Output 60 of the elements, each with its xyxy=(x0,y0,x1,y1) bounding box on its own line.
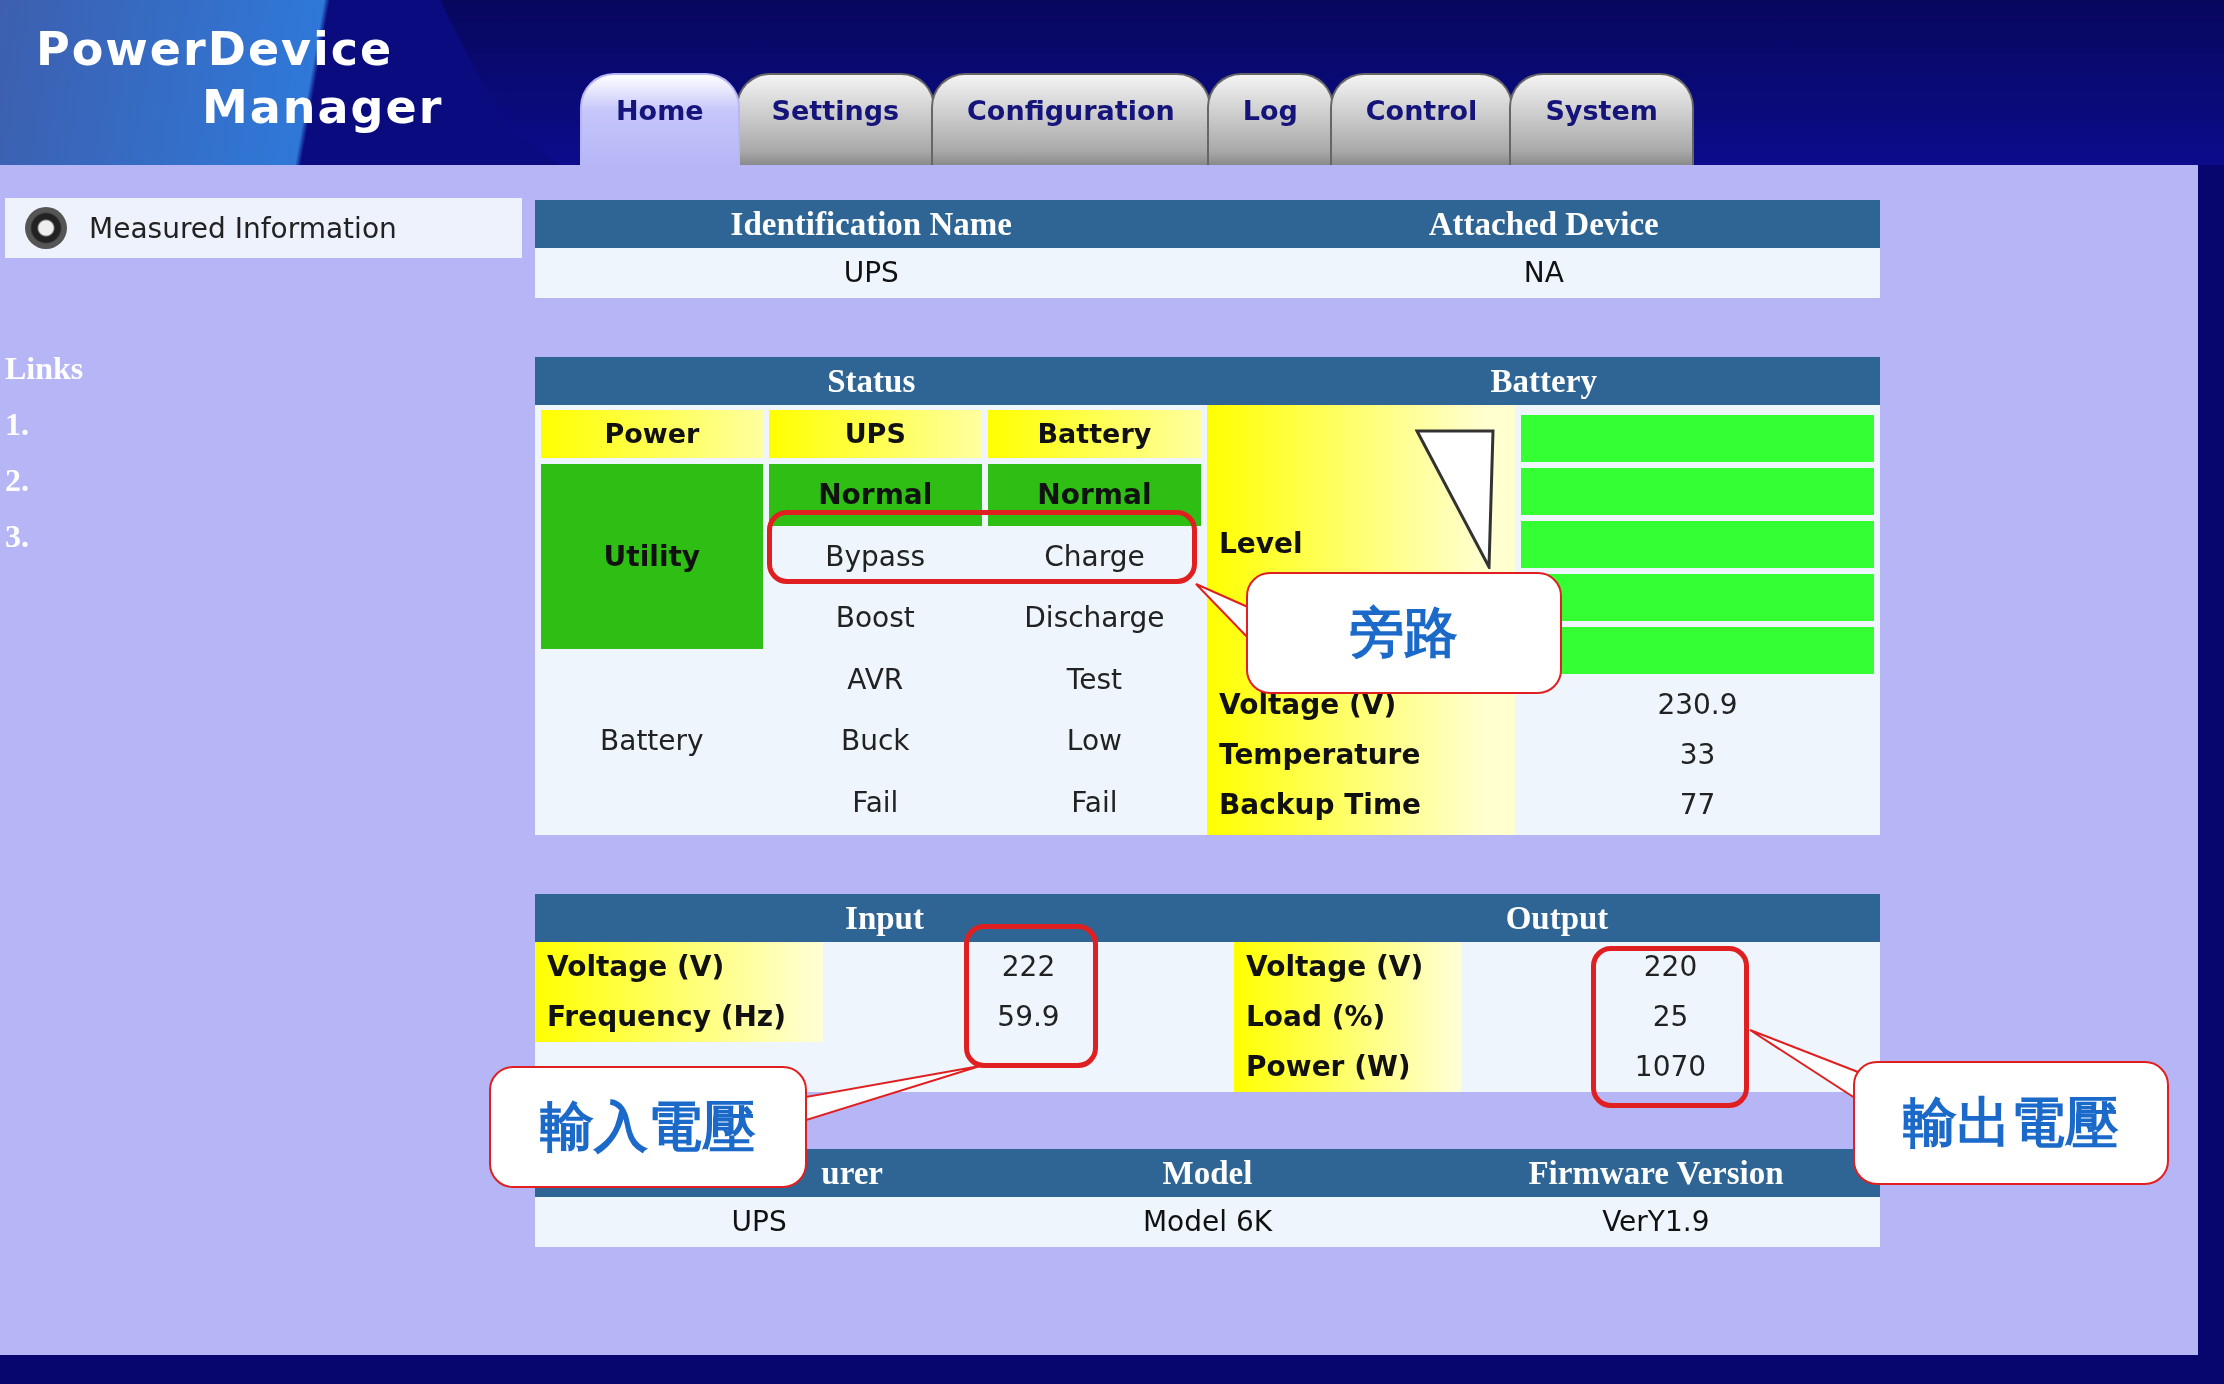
disc-icon xyxy=(25,207,67,249)
reading-value: 77 xyxy=(1678,787,1717,823)
logo-text: PowerDevice xyxy=(36,21,394,78)
reading-label: Voltage (V) xyxy=(1234,942,1461,992)
reading-value: 230.9 xyxy=(1656,687,1739,723)
column-header: Status xyxy=(826,362,917,401)
status-cell: Utility xyxy=(541,464,763,649)
column-header: Input xyxy=(844,899,925,938)
status-cell-text: Test xyxy=(1065,661,1123,698)
tab[interactable]: Home xyxy=(580,73,740,165)
tab[interactable]: Configuration xyxy=(931,73,1211,165)
logo-text: Manager xyxy=(202,79,444,136)
column-header: Firmware Version xyxy=(1527,1154,1785,1193)
status-cell-text: Buck xyxy=(839,723,911,760)
tab[interactable]: Log xyxy=(1206,73,1334,165)
column-header: Identification Name xyxy=(729,205,1013,244)
column-header: Battery xyxy=(1489,362,1598,401)
table-cell-text: Model 6K xyxy=(1141,1204,1274,1240)
column-header: Output xyxy=(1504,899,1610,938)
column-label: Battery xyxy=(987,410,1201,458)
reading-label: Temperature xyxy=(1218,737,1421,773)
status-cell-text: Fail xyxy=(1070,784,1119,821)
wedge-icon xyxy=(1415,429,1495,569)
status-cell-text: AVR xyxy=(846,661,905,698)
reading-label: Frequency (Hz) xyxy=(535,992,823,1042)
reading-value: 25 xyxy=(1652,999,1689,1035)
table-cell-text: VerY1.9 xyxy=(1601,1204,1711,1240)
column-header: Attached Device xyxy=(1427,205,1660,244)
callout-tooltip: 輸出電壓 xyxy=(1853,1061,2169,1185)
links-heading: Links xyxy=(5,350,84,388)
column-label: UPS xyxy=(768,410,982,458)
reading-label: Power (W) xyxy=(1234,1042,1461,1092)
callout-tooltip: 輸入電壓 xyxy=(489,1066,807,1188)
reading-label: Load (%) xyxy=(1234,992,1461,1042)
column-header: Model xyxy=(1161,1154,1254,1193)
menu-item-label: Measured Information xyxy=(89,211,397,245)
status-cell-text: Bypass xyxy=(824,538,927,575)
column-header: urer xyxy=(820,1154,884,1193)
status-cell-text: Discharge xyxy=(1023,600,1166,637)
status-cell-text: Fail xyxy=(851,784,900,821)
reading-value: 220 xyxy=(1643,949,1698,985)
table-cell-text: UPS xyxy=(730,1204,788,1240)
status-cell-text: Charge xyxy=(1043,538,1146,575)
table-cell-text: UPS xyxy=(842,255,900,291)
status-cell-text: Boost xyxy=(834,600,916,637)
status-cell-text: Low xyxy=(1065,723,1123,760)
level-label: Level xyxy=(1219,527,1303,560)
reading-label: Voltage (V) xyxy=(535,942,823,992)
reading-value: 33 xyxy=(1678,737,1717,773)
sidebar-menu-item[interactable]: Measured Information xyxy=(5,198,522,258)
reading-label: Backup Time xyxy=(1218,787,1422,823)
table-cell-text: NA xyxy=(1522,255,1565,291)
reading-value: 222 xyxy=(1001,949,1056,985)
reading-value: 1070 xyxy=(1634,1049,1707,1085)
status-cell: Normal xyxy=(987,464,1201,526)
status-cell-text: Battery xyxy=(599,723,705,760)
reading-value: 59.9 xyxy=(997,999,1060,1035)
column-label: Power xyxy=(541,410,763,458)
status-cell: Normal xyxy=(768,464,982,526)
tab[interactable]: System xyxy=(1509,73,1694,165)
